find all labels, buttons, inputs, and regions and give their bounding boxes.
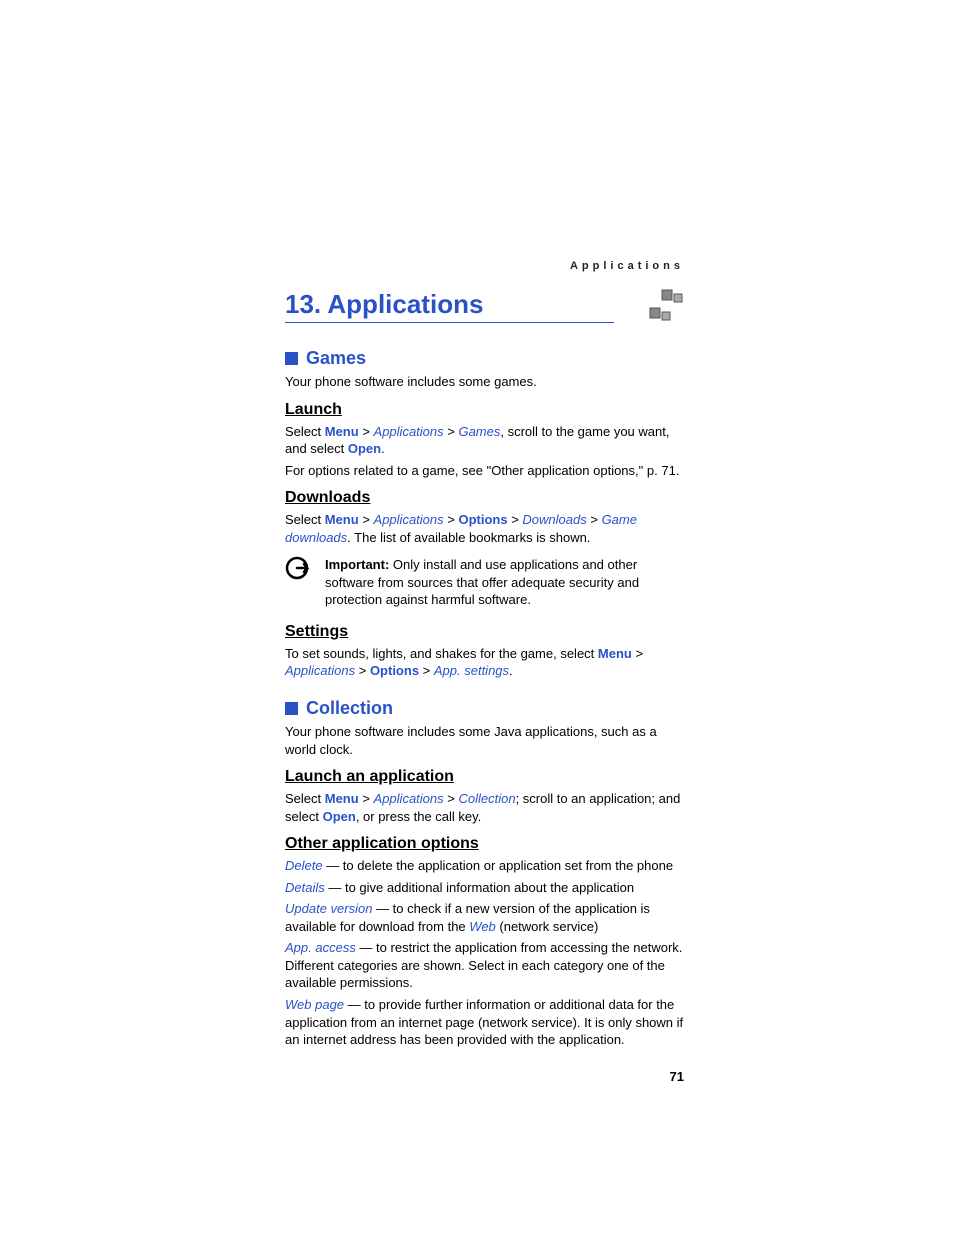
important-text: Important: Only install and use applicat… bbox=[325, 556, 684, 609]
page-number: 71 bbox=[285, 1069, 684, 1084]
open-label: Open bbox=[348, 441, 381, 456]
menu-label: Menu bbox=[325, 424, 359, 439]
chapter-title: 13. Applications bbox=[285, 289, 614, 323]
running-header: Applications bbox=[285, 260, 684, 272]
section-heading-text: Games bbox=[306, 348, 366, 369]
launch-options-note: For options related to a game, see "Othe… bbox=[285, 462, 684, 480]
option-delete: Delete — to delete the application or ap… bbox=[285, 857, 684, 875]
option-access: App. access — to restrict the applicatio… bbox=[285, 939, 684, 992]
square-bullet-icon bbox=[285, 702, 298, 715]
section-heading-text: Collection bbox=[306, 698, 393, 719]
downloads-path: Select Menu > Applications > Options > D… bbox=[285, 511, 684, 546]
collection-intro: Your phone software includes some Java a… bbox=[285, 723, 684, 758]
document-page: Applications 13. Applications Games Your… bbox=[0, 0, 954, 1084]
settings-path: To set sounds, lights, and shakes for th… bbox=[285, 645, 684, 680]
section-heading-games: Games bbox=[285, 348, 684, 369]
section-games: Games Your phone software includes some … bbox=[285, 348, 684, 680]
applications-icon bbox=[644, 286, 684, 326]
option-update: Update version — to check if a new versi… bbox=[285, 900, 684, 935]
launch-path: Select Menu > Applications > Games, scro… bbox=[285, 423, 684, 458]
subheading-launch-app: Launch an application bbox=[285, 768, 684, 786]
subheading-other-options: Other application options bbox=[285, 835, 684, 853]
subheading-downloads: Downloads bbox=[285, 489, 684, 507]
square-bullet-icon bbox=[285, 352, 298, 365]
games-intro: Your phone software includes some games. bbox=[285, 373, 684, 391]
option-details: Details — to give additional information… bbox=[285, 879, 684, 897]
applications-label: Applications bbox=[374, 424, 444, 439]
important-note: Important: Only install and use applicat… bbox=[285, 552, 684, 613]
subheading-settings: Settings bbox=[285, 623, 684, 641]
important-icon bbox=[285, 552, 313, 613]
section-heading-collection: Collection bbox=[285, 698, 684, 719]
games-label: Games bbox=[458, 424, 500, 439]
chapter-header-row: 13. Applications bbox=[285, 286, 684, 326]
section-collection: Collection Your phone software includes … bbox=[285, 698, 684, 1049]
subheading-launch: Launch bbox=[285, 401, 684, 419]
option-webpage: Web page — to provide further informatio… bbox=[285, 996, 684, 1049]
launch-app-path: Select Menu > Applications > Collection;… bbox=[285, 790, 684, 825]
